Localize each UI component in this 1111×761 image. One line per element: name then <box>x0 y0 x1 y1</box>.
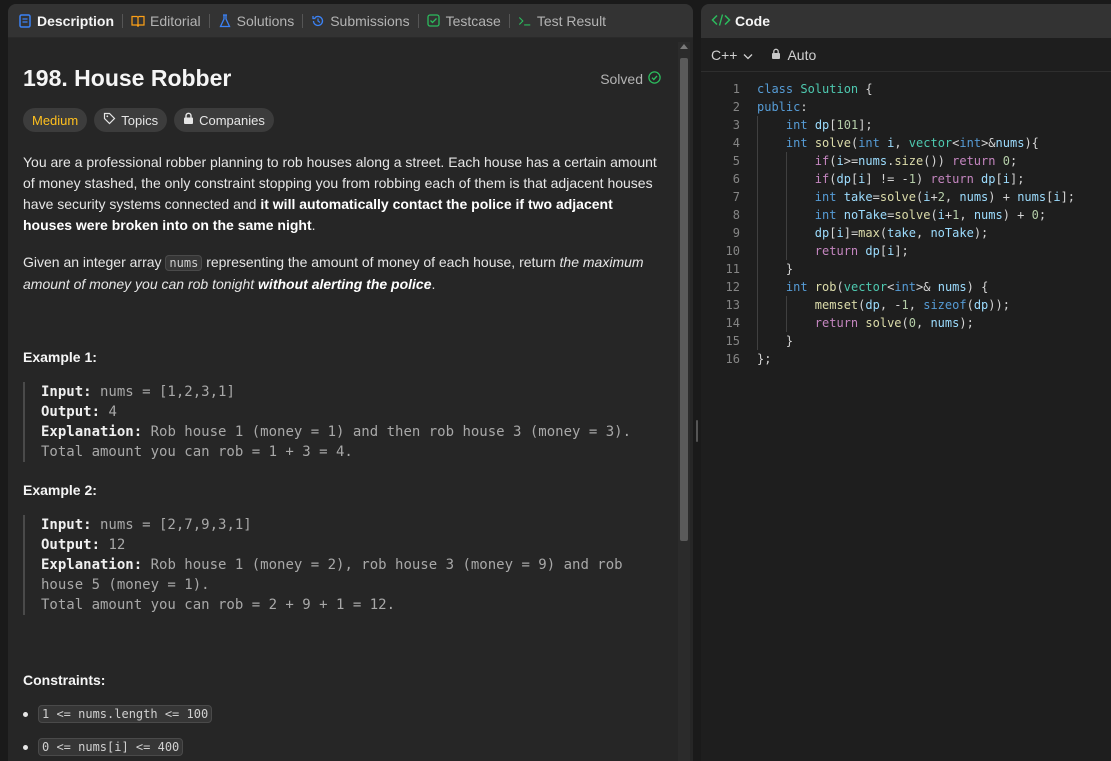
code-brackets-icon <box>711 13 731 30</box>
history-icon <box>311 14 325 28</box>
problem-title[interactable]: 198. House Robber <box>23 65 231 92</box>
code-line: 4 int solve(int i, vector<int>&nums){ <box>732 134 1039 152</box>
code-line: 13 memset(dp, -1, sizeof(dp)); <box>725 296 1010 314</box>
topics-button[interactable]: Topics <box>94 108 168 132</box>
tag-icon <box>103 112 116 128</box>
splitter-handle[interactable] <box>696 420 698 442</box>
code-line: 2 public: <box>732 100 808 114</box>
description-scrollbar[interactable] <box>678 42 690 761</box>
terminal-icon <box>518 14 532 28</box>
code-line: 11 } <box>725 260 794 278</box>
code-line: 10 return dp[i]; <box>725 242 909 260</box>
code-editor[interactable]: 1 class Solution { 2 public: 3 int dp[101]… <box>701 80 1111 368</box>
tab-separator <box>302 13 304 28</box>
tab-solutions[interactable]: Solutions <box>218 13 294 29</box>
tab-editorial[interactable]: Editorial <box>131 13 201 29</box>
problem-statement-paragraph: You are a professional robber planning t… <box>23 154 657 233</box>
example-2-title: Example 2: <box>23 482 97 498</box>
code-line: 16}; <box>725 352 772 366</box>
tab-separator <box>122 13 124 28</box>
code-line: 3 int dp[101]; <box>732 116 873 134</box>
tab-separator <box>508 13 510 28</box>
panel-splitter[interactable] <box>693 0 701 761</box>
example-2-block: Input: nums = [2,7,9,3,1] Output: 12 Exp… <box>23 515 663 615</box>
difficulty-badge: Medium <box>23 108 88 132</box>
code-line: 8 int noTake=solve(i+1, nums) + 0; <box>732 206 1047 224</box>
constraints-title: Constraints: <box>23 672 106 688</box>
problem-tags: Medium Topics Companies <box>23 108 274 132</box>
tab-separator <box>417 13 419 28</box>
scrollbar-thumb[interactable] <box>680 58 688 541</box>
problem-task-paragraph: Given an integer array nums representing… <box>23 254 644 292</box>
description-icon <box>18 13 32 28</box>
bullet-dot <box>23 711 28 717</box>
description-panel: Description Editorial Solutions Submissi… <box>8 4 693 761</box>
code-line: 6 if(dp[i] != -1) return dp[i]; <box>732 170 1025 188</box>
tab-separator <box>208 13 210 28</box>
bullet-dot <box>23 744 28 750</box>
auto-mode-toggle[interactable]: Auto <box>771 47 816 63</box>
companies-button[interactable]: Companies <box>174 108 274 132</box>
code-toolbar: C++ Auto <box>701 38 1111 72</box>
code-line: 1 class Solution { <box>732 82 873 96</box>
tab-testcase[interactable]: Testcase <box>427 13 501 29</box>
tab-description[interactable]: Description <box>18 13 114 29</box>
book-icon <box>131 14 145 28</box>
code-line: 9 dp[i]=max(take, noTake); <box>732 224 989 242</box>
tab-test-result[interactable]: Test Result <box>518 13 606 29</box>
constraint-item: 1 <= nums.length <= 100 <box>23 705 213 723</box>
language-select[interactable]: C++ <box>711 47 753 63</box>
panel-tab-bar: Description Editorial Solutions Submissi… <box>8 4 693 38</box>
code-panel: Code C++ Auto 1 class Solution { 2 public:… <box>701 4 1111 761</box>
lock-icon <box>183 112 194 128</box>
checkbox-icon <box>427 14 441 28</box>
code-line: 5 if(i>=nums.size()) return 0; <box>732 152 1018 170</box>
check-circle-icon <box>648 71 661 87</box>
tab-code[interactable]: Code <box>701 4 1111 38</box>
scroll-up-arrow-icon[interactable] <box>680 44 688 49</box>
code-line: 12 int rob(vector<int>& nums) { <box>725 278 989 296</box>
solved-status: Solved <box>600 71 661 87</box>
chevron-down-icon <box>743 47 753 63</box>
flask-icon <box>218 13 232 28</box>
constraint-item: 0 <= nums[i] <= 400 <box>23 738 184 756</box>
tab-submissions[interactable]: Submissions <box>311 13 410 29</box>
code-line: 7 int take=solve(i+2, nums) + nums[i]; <box>732 188 1076 206</box>
problem-description: 198. House Robber Solved Medium Topics C… <box>8 38 676 761</box>
code-line: 14 return solve(0, nums); <box>725 314 974 332</box>
example-1-block: Input: nums = [1,2,3,1] Output: 4 Explan… <box>23 382 663 462</box>
lock-icon <box>771 47 781 63</box>
code-line: 15 } <box>725 332 794 350</box>
example-1-title: Example 1: <box>23 349 97 365</box>
